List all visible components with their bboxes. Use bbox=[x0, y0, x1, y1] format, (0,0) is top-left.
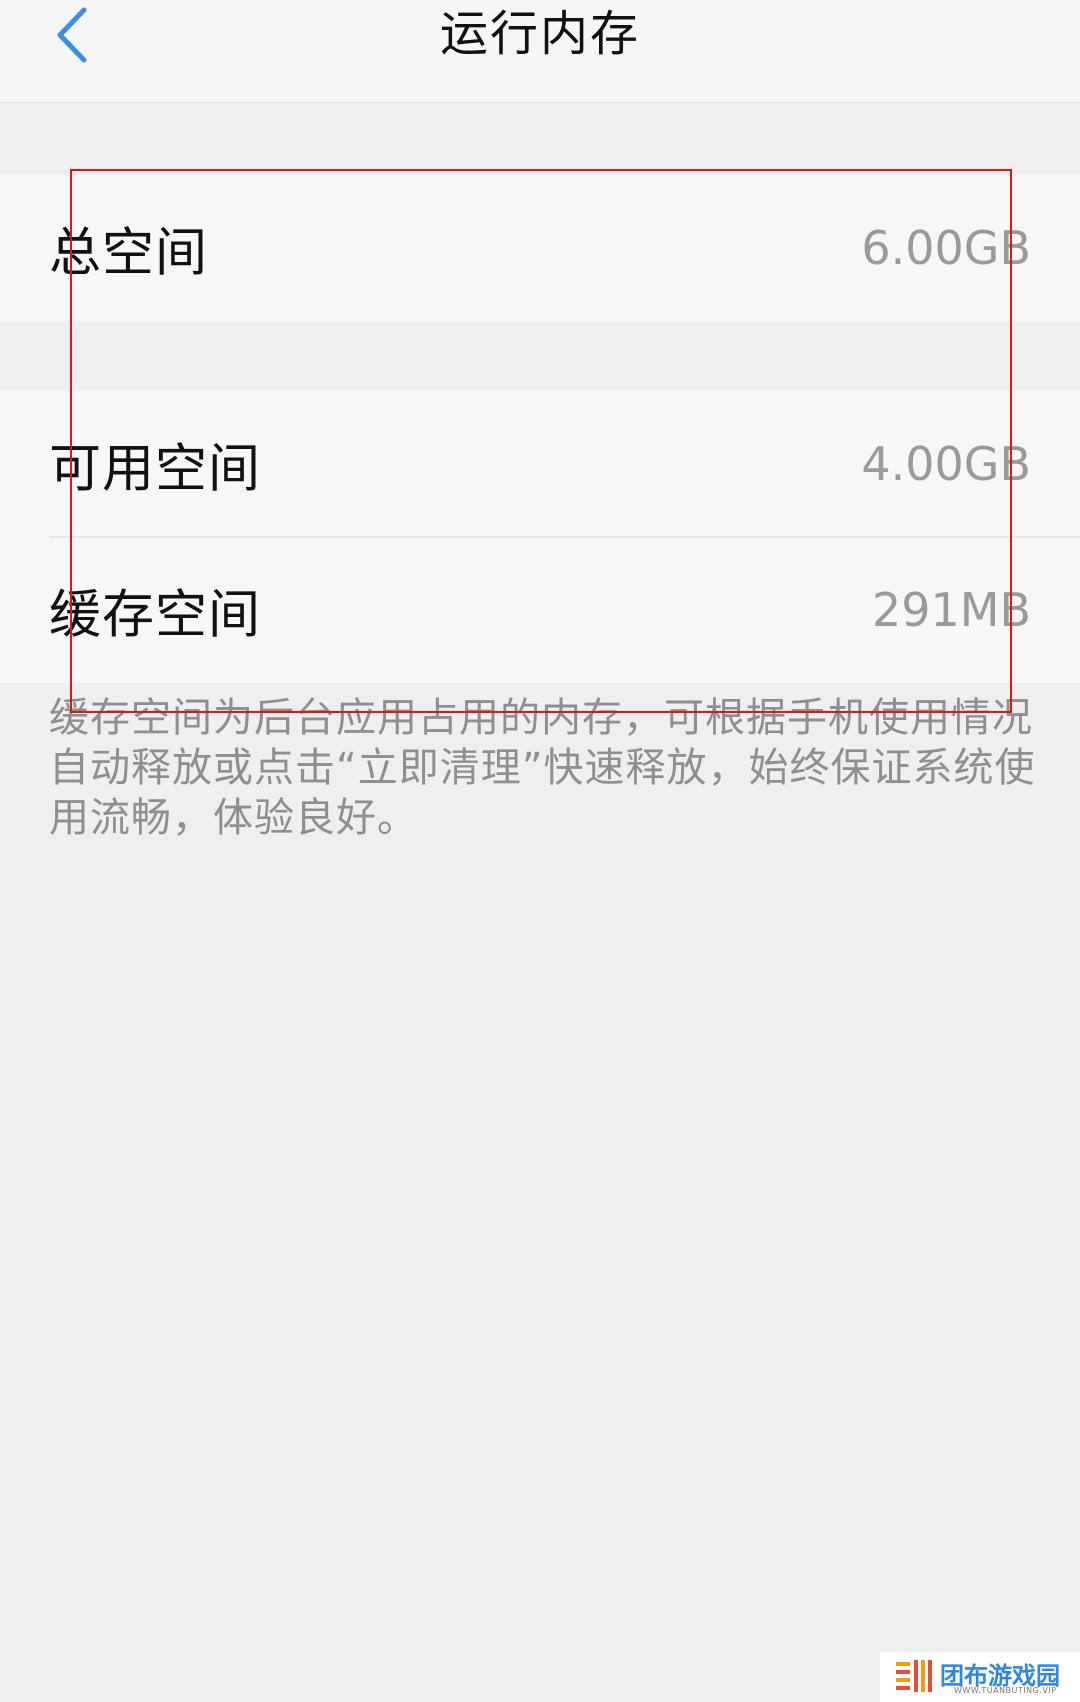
cache-description: 缓存空间为后台应用占用的内存，可根据手机使用情况自动释放或点击“立即清理”快速释… bbox=[49, 695, 1036, 841]
total-space-card: 总空间 6.00GB bbox=[0, 175, 1080, 321]
watermark-logo-icon bbox=[896, 1660, 932, 1692]
total-space-value: 6.00GB bbox=[861, 221, 1031, 275]
cache-space-value: 291MB bbox=[871, 583, 1031, 637]
watermark: 团布游戏园 WWW.TUANBUTING.VIP bbox=[880, 1652, 1080, 1702]
available-space-value: 4.00GB bbox=[861, 437, 1031, 491]
total-space-label: 总空间 bbox=[49, 223, 209, 284]
header-bar: 运行内存 bbox=[0, 0, 1080, 103]
watermark-url: WWW.TUANBUTING.VIP bbox=[954, 1686, 1057, 1695]
total-space-row: 总空间 6.00GB bbox=[0, 175, 1080, 321]
page-title: 运行内存 bbox=[439, 6, 640, 62]
cache-space-label: 缓存空间 bbox=[49, 585, 262, 646]
available-space-label: 可用空间 bbox=[49, 439, 262, 500]
available-space-row: 可用空间 4.00GB bbox=[0, 391, 1080, 537]
memory-details-card: 可用空间 4.00GB 缓存空间 291MB bbox=[0, 391, 1080, 683]
cache-space-row: 缓存空间 291MB bbox=[0, 537, 1080, 683]
